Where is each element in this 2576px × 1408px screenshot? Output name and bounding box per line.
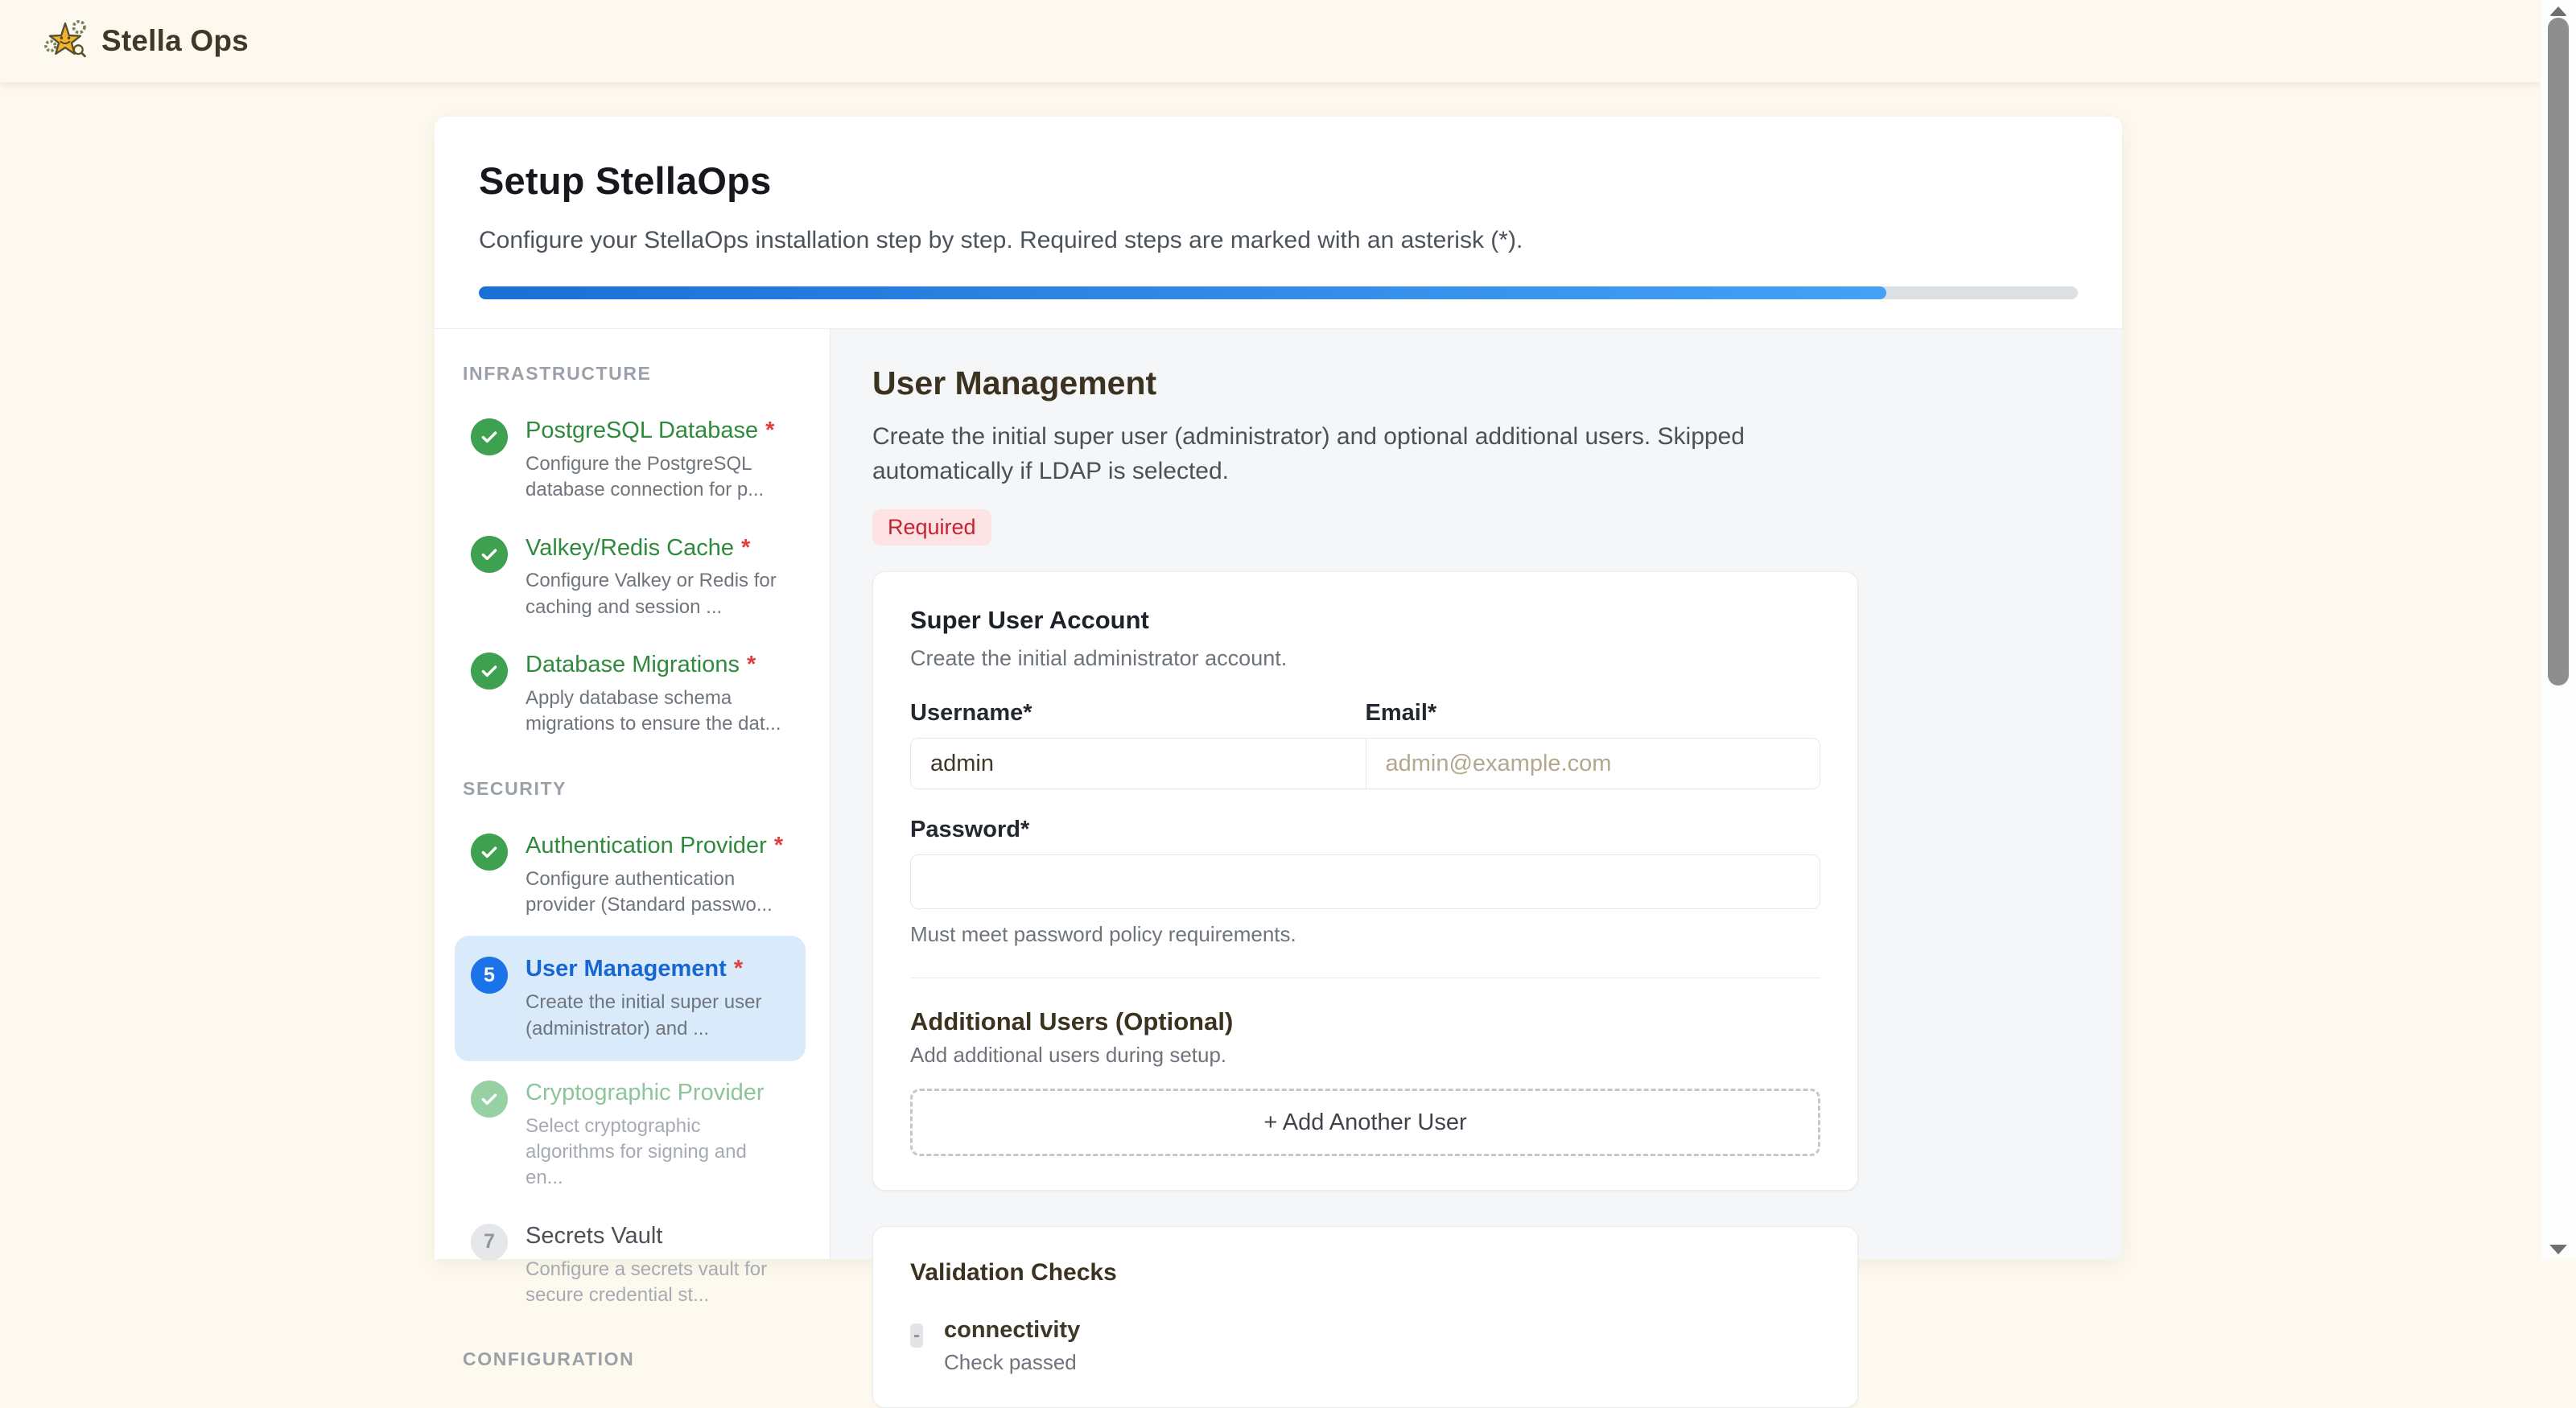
email-label: Email* xyxy=(1366,700,1821,727)
section-label-infrastructure: INFRASTRUCTURE xyxy=(463,363,806,385)
setup-progress-bar xyxy=(479,286,2078,299)
wizard-title: Setup StellaOps xyxy=(479,159,2078,203)
topbar: Stella Ops xyxy=(0,0,2541,82)
sidebar-step-authentication-provider[interactable]: Authentication Provider * Configure authe… xyxy=(455,819,806,932)
page-description: Create the initial super user (administr… xyxy=(872,420,1774,488)
setup-wizard-panel: Setup StellaOps Configure your StellaOps… xyxy=(435,117,2122,1259)
scrollbar-thumb[interactable] xyxy=(2548,18,2569,685)
section-label-security: SECURITY xyxy=(463,778,806,800)
step-description: Select cryptographic algorithms for sign… xyxy=(526,1114,789,1192)
step-completed-icon xyxy=(471,536,508,573)
required-asterisk: * xyxy=(774,833,783,858)
steps-sidebar: INFRASTRUCTURE PostgreSQL Database * Conf… xyxy=(435,329,831,1259)
additional-users-title: Additional Users (Optional) xyxy=(910,1007,1820,1036)
super-user-card: Super User Account Create the initial ad… xyxy=(872,571,1858,1191)
step-content-area: User Management Create the initial super… xyxy=(831,329,2122,1259)
step-description: Configure the PostgreSQL database connec… xyxy=(526,451,789,504)
step-description: Configure authentication provider (Stand… xyxy=(526,867,789,919)
validation-checks-card: Validation Checks - connectivity Check p… xyxy=(872,1226,1858,1408)
validation-checks-title: Validation Checks xyxy=(910,1259,1820,1287)
scrollbar[interactable] xyxy=(2541,0,2576,1259)
step-completed-icon xyxy=(471,834,508,871)
step-completed-icon xyxy=(471,418,508,455)
step-description: Configure a secrets vault for secure cre… xyxy=(526,1257,789,1309)
check-name: connectivity xyxy=(944,1317,1080,1344)
username-input[interactable] xyxy=(911,739,1366,788)
step-title: Database Migrations xyxy=(526,652,740,677)
step-title: Cryptographic Provider xyxy=(526,1080,765,1105)
super-user-card-subtitle: Create the initial administrator account… xyxy=(910,646,1820,671)
step-title: Valkey/Redis Cache xyxy=(526,535,734,561)
password-input[interactable] xyxy=(910,854,1820,909)
step-title: User Management xyxy=(526,956,727,982)
sidebar-step-valkey-redis-cache[interactable]: Valkey/Redis Cache * Configure Valkey or … xyxy=(455,521,806,634)
check-icon xyxy=(479,426,500,447)
step-title: Authentication Provider xyxy=(526,833,767,858)
brand-title: Stella Ops xyxy=(101,24,249,58)
wizard-subtitle: Configure your StellaOps installation st… xyxy=(479,227,2078,254)
validation-check-row: - connectivity Check passed xyxy=(910,1317,1820,1375)
check-icon xyxy=(479,1089,500,1110)
check-icon xyxy=(479,661,500,681)
sidebar-step-cryptographic-provider[interactable]: Cryptographic Provider Select cryptograp… xyxy=(455,1066,806,1204)
sidebar-step-postgresql-database[interactable]: PostgreSQL Database * Configure the Postg… xyxy=(455,404,806,517)
check-icon xyxy=(479,544,500,565)
password-label: Password* xyxy=(910,817,1820,843)
email-input[interactable] xyxy=(1366,739,1820,788)
brand: Stella Ops xyxy=(42,16,249,67)
progress-fill xyxy=(479,286,1886,299)
step-description: Create the initial super user (administr… xyxy=(526,990,789,1042)
required-asterisk: * xyxy=(747,652,756,677)
wizard-header: Setup StellaOps Configure your StellaOps… xyxy=(435,117,2122,328)
username-email-field-group xyxy=(910,738,1820,789)
username-label: Username* xyxy=(910,700,1366,727)
sidebar-step-user-management[interactable]: 5 User Management * Create the initial su… xyxy=(455,936,806,1061)
super-user-card-title: Super User Account xyxy=(910,606,1820,635)
required-asterisk: * xyxy=(765,418,774,443)
step-title: PostgreSQL Database xyxy=(526,418,758,443)
step-number-badge: 7 xyxy=(471,1224,508,1261)
add-another-user-button[interactable]: + Add Another User xyxy=(910,1089,1820,1156)
scrollbar-up-arrow[interactable] xyxy=(2549,6,2567,16)
sidebar-step-database-migrations[interactable]: Database Migrations * Apply database sche… xyxy=(455,638,806,751)
additional-users-subtitle: Add additional users during setup. xyxy=(910,1043,1820,1068)
required-badge: Required xyxy=(872,509,991,545)
check-neutral-dash-icon: - xyxy=(910,1324,923,1348)
section-label-configuration: CONFIGURATION xyxy=(463,1348,806,1370)
step-number-badge: 5 xyxy=(471,957,508,994)
step-completed-muted-icon xyxy=(471,1081,508,1118)
check-status: Check passed xyxy=(944,1350,1080,1375)
password-hint: Must meet password policy requirements. xyxy=(910,922,1820,947)
step-completed-icon xyxy=(471,653,508,690)
stella-ops-logo-icon xyxy=(42,16,89,67)
check-icon xyxy=(479,842,500,863)
scrollbar-down-arrow[interactable] xyxy=(2549,1245,2567,1254)
required-asterisk: * xyxy=(734,956,743,982)
required-asterisk: * xyxy=(741,535,750,561)
step-title: Secrets Vault xyxy=(526,1223,662,1249)
page-title: User Management xyxy=(872,364,2122,402)
sidebar-step-secrets-vault[interactable]: 7 Secrets Vault Configure a secrets vaul… xyxy=(455,1209,806,1322)
step-description: Apply database schema migrations to ensu… xyxy=(526,685,789,738)
step-description: Configure Valkey or Redis for caching an… xyxy=(526,568,789,620)
